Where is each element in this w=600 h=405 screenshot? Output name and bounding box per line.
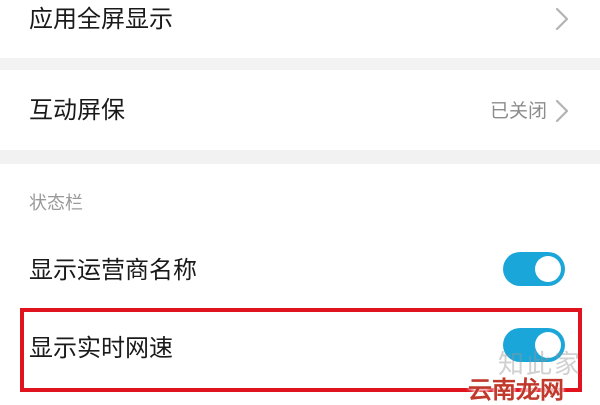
fullscreen-display-label: 应用全屏显示: [29, 5, 173, 33]
toggle-knob: [535, 256, 561, 282]
interactive-screensaver-status: 已关闭: [489, 100, 547, 122]
section-separator: [0, 58, 600, 70]
section-separator: [0, 150, 600, 164]
chevron-right-icon: [555, 7, 569, 31]
settings-screen: 应用全屏显示 互动屏保 已关闭 状态栏 显示运营商名称 显示实时网速 知此家 云…: [0, 0, 600, 404]
chevron-right-icon: [555, 99, 569, 123]
show-carrier-name-label: 显示运营商名称: [29, 256, 197, 284]
section-header: 状态栏: [29, 193, 83, 214]
interactive-screensaver-row[interactable]: 互动屏保 已关闭: [0, 70, 600, 150]
interactive-screensaver-label: 互动屏保: [29, 96, 125, 124]
fullscreen-display-row[interactable]: 应用全屏显示: [0, 0, 600, 58]
show-carrier-name-toggle[interactable]: [503, 252, 565, 286]
show-carrier-name-row: 显示运营商名称: [0, 238, 600, 302]
